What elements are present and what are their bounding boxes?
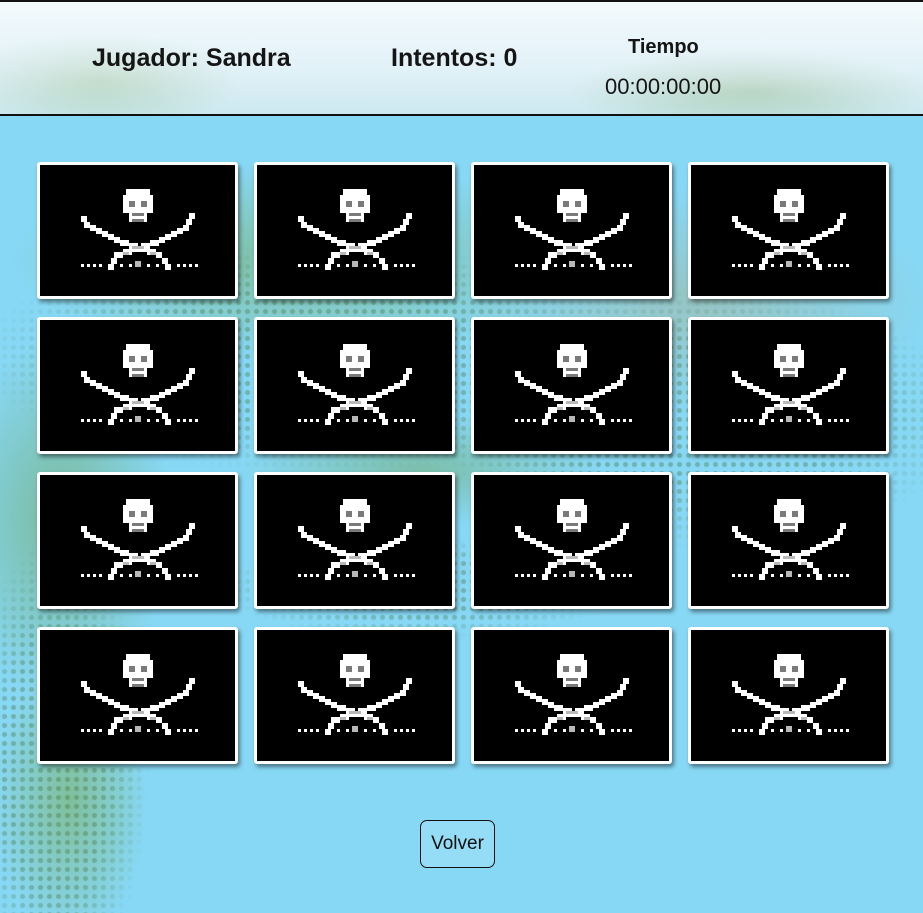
pirate-flag-icon xyxy=(509,651,635,741)
player-name: Jugador: Sandra xyxy=(92,44,291,72)
memory-card[interactable] xyxy=(37,627,238,764)
pirate-flag-icon xyxy=(292,341,418,431)
memory-card[interactable] xyxy=(254,162,455,299)
pirate-flag-icon xyxy=(726,186,852,276)
memory-card[interactable] xyxy=(471,627,672,764)
pirate-flag-icon xyxy=(726,496,852,586)
pirate-flag-icon xyxy=(509,341,635,431)
memory-card[interactable] xyxy=(254,317,455,454)
pirate-flag-icon xyxy=(509,496,635,586)
pirate-flag-icon xyxy=(292,186,418,276)
pirate-flag-icon xyxy=(509,186,635,276)
timer-label: Tiempo xyxy=(628,36,699,58)
pirate-flag-icon xyxy=(75,186,201,276)
pirate-flag-icon xyxy=(75,651,201,741)
memory-card[interactable] xyxy=(688,162,889,299)
memory-card[interactable] xyxy=(37,162,238,299)
memory-card[interactable] xyxy=(688,317,889,454)
memory-card[interactable] xyxy=(37,472,238,609)
memory-card[interactable] xyxy=(471,472,672,609)
memory-card[interactable] xyxy=(471,317,672,454)
memory-card[interactable] xyxy=(254,472,455,609)
memory-card[interactable] xyxy=(471,162,672,299)
pirate-flag-icon xyxy=(75,496,201,586)
memory-card[interactable] xyxy=(688,472,889,609)
memory-card[interactable] xyxy=(688,627,889,764)
back-button[interactable]: Volver xyxy=(420,820,495,868)
memory-card[interactable] xyxy=(254,627,455,764)
pirate-flag-icon xyxy=(726,341,852,431)
memory-board xyxy=(37,162,889,764)
pirate-flag-icon xyxy=(726,651,852,741)
pirate-flag-icon xyxy=(75,341,201,431)
timer-value: 00:00:00:00 xyxy=(605,74,722,99)
pirate-flag-icon xyxy=(292,496,418,586)
game-header: Jugador: Sandra Intentos: 0 Tiempo 00:00… xyxy=(0,0,923,116)
attempts-counter: Intentos: 0 xyxy=(391,44,518,72)
memory-card[interactable] xyxy=(37,317,238,454)
pirate-flag-icon xyxy=(292,651,418,741)
